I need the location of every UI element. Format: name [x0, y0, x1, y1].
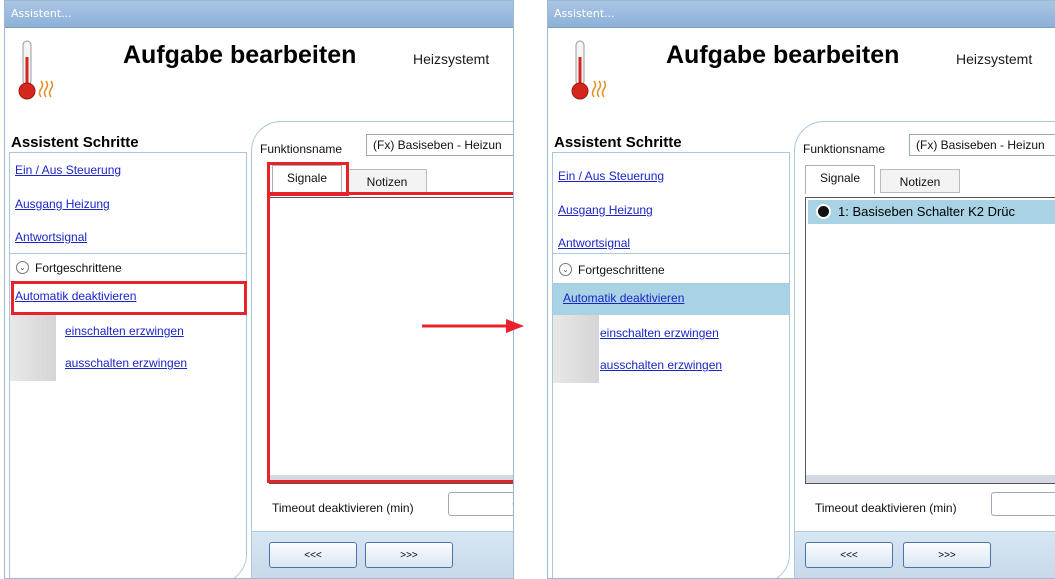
tab-notes[interactable]: Notizen: [347, 169, 427, 193]
chevron-down-icon: ⌄: [559, 263, 572, 276]
transition-arrow-icon: [422, 319, 524, 333]
tab-signals[interactable]: Signale: [805, 165, 875, 194]
advanced-expander[interactable]: ⌄ Fortgeschrittene: [10, 255, 246, 282]
chevron-down-icon: ⌄: [16, 261, 29, 274]
window-titlebar[interactable]: Assistent...: [548, 1, 1055, 28]
window-title: Assistent...: [11, 7, 72, 20]
page-title: Aufgabe bearbeiten: [666, 41, 900, 69]
wizard-steps-sidebar: Ein / Aus Steuerung Ausgang Heizung Antw…: [552, 152, 790, 578]
page-subtitle: Heizsystemt: [413, 51, 490, 67]
sidebar-empty-area: [553, 383, 789, 578]
thermometer-heat-icon: [18, 40, 54, 100]
wizard-window-before: Assistent... Aufgabe bearbeiten Heizsyst…: [4, 0, 514, 579]
back-button[interactable]: <<<: [805, 542, 893, 568]
content-panel: Funktionsname (Fx) Basiseben - Heizun Si…: [794, 121, 1055, 578]
horizontal-scrollbar[interactable]: [806, 475, 1055, 483]
step-link-response-signal[interactable]: Antwortsignal: [558, 236, 630, 250]
step-link-disable-automatic[interactable]: Automatik deaktivieren: [563, 291, 684, 305]
timeout-label: Timeout deaktivieren (min): [815, 501, 957, 515]
button-bar: <<< >>>: [252, 531, 513, 578]
timeout-input[interactable]: 0: [448, 492, 513, 516]
wizard-steps-sidebar: Ein / Aus Steuerung Ausgang Heizung Antw…: [9, 152, 247, 578]
step-link-on-off[interactable]: Ein / Aus Steuerung: [558, 169, 664, 183]
next-button[interactable]: >>>: [903, 542, 991, 568]
selected-step-row: Automatik deaktivieren: [553, 284, 789, 315]
sub-step-indent: [553, 315, 599, 383]
thermometer-heat-icon: [571, 40, 607, 100]
highlight-selected-step: [11, 281, 247, 315]
signals-list[interactable]: 1: Basiseben Schalter K2 Drüc: [805, 197, 1055, 484]
page-title: Aufgabe bearbeiten: [123, 41, 357, 69]
basic-steps-group: Ein / Aus Steuerung Ausgang Heizung Antw…: [553, 153, 789, 254]
advanced-expander[interactable]: ⌄ Fortgeschrittene: [553, 257, 789, 284]
step-link-force-off[interactable]: ausschalten erzwingen: [65, 356, 187, 370]
basic-steps-group: Ein / Aus Steuerung Ausgang Heizung Antw…: [10, 153, 246, 254]
function-name-label: Funktionsname: [260, 142, 343, 156]
function-name-field[interactable]: (Fx) Basiseben - Heizun: [366, 134, 513, 156]
next-button[interactable]: >>>: [365, 542, 453, 568]
step-link-force-on[interactable]: einschalten erzwingen: [600, 326, 719, 340]
sidebar-empty-area: [10, 381, 246, 578]
signal-row[interactable]: 1: Basiseben Schalter K2 Drüc: [808, 200, 1055, 224]
function-name-label: Funktionsname: [803, 142, 886, 156]
signal-device-icon: [816, 204, 831, 219]
timeout-label: Timeout deaktivieren (min): [272, 501, 414, 515]
wizard-window-after: Assistent... Aufgabe bearbeiten Heizsyst…: [547, 0, 1055, 579]
signal-label: 1: Basiseben Schalter K2 Drüc: [838, 204, 1016, 219]
advanced-label: Fortgeschrittene: [578, 263, 665, 277]
page-subtitle: Heizsystemt: [956, 51, 1033, 67]
step-link-force-off[interactable]: ausschalten erzwingen: [600, 358, 722, 372]
window-title: Assistent...: [554, 7, 615, 20]
step-link-on-off[interactable]: Ein / Aus Steuerung: [15, 163, 121, 177]
tab-notes[interactable]: Notizen: [880, 169, 960, 193]
window-titlebar[interactable]: Assistent...: [5, 1, 513, 28]
back-button[interactable]: <<<: [269, 542, 357, 568]
function-name-field[interactable]: (Fx) Basiseben - Heizun: [909, 134, 1055, 156]
step-link-output-heating[interactable]: Ausgang Heizung: [15, 197, 110, 211]
sidebar-heading: Assistent Schritte: [554, 134, 682, 151]
button-bar: <<< >>>: [795, 531, 1055, 578]
highlight-signals-tab: [267, 162, 349, 196]
sidebar-heading: Assistent Schritte: [11, 134, 139, 151]
step-link-output-heating[interactable]: Ausgang Heizung: [558, 203, 653, 217]
step-link-force-on[interactable]: einschalten erzwingen: [65, 324, 184, 338]
timeout-input[interactable]: 0: [991, 492, 1055, 516]
advanced-label: Fortgeschrittene: [35, 261, 122, 275]
step-link-response-signal[interactable]: Antwortsignal: [15, 230, 87, 244]
highlight-signals-list: [267, 192, 513, 483]
sub-step-indent: [10, 313, 56, 381]
